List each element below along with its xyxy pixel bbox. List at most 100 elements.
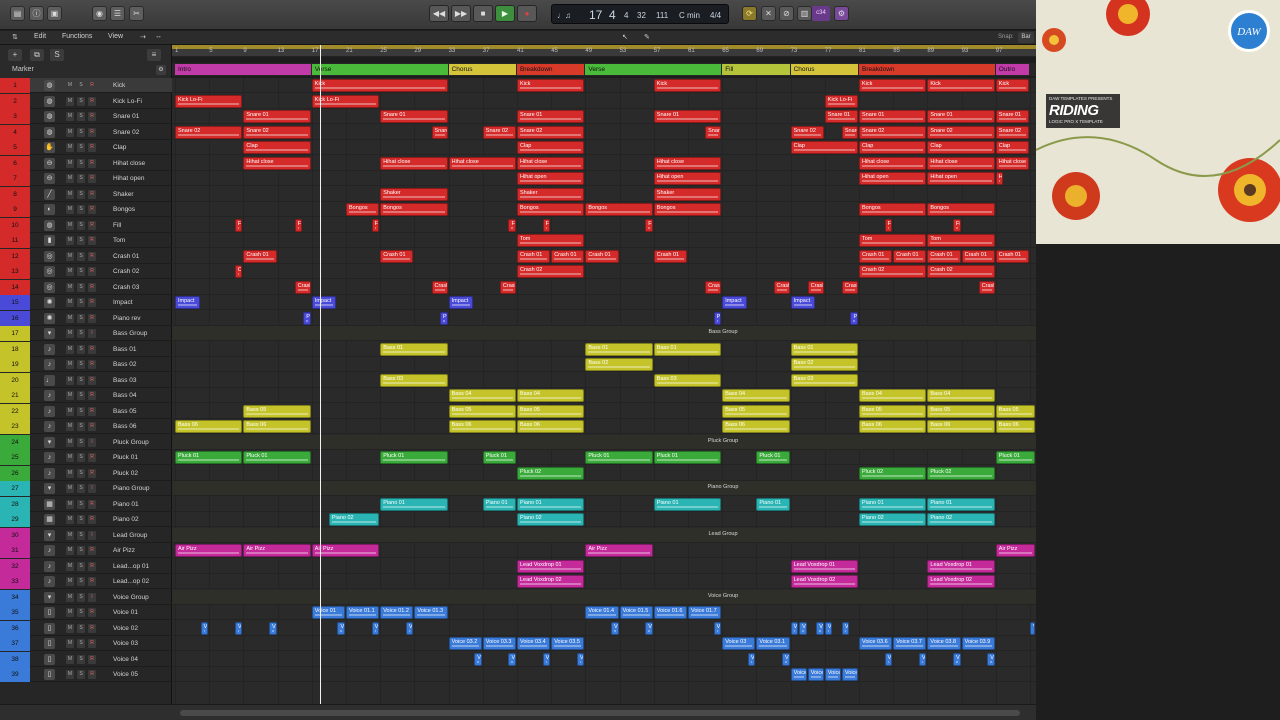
region[interactable]: Crash 01 xyxy=(859,249,893,263)
clap-icon[interactable]: ✋ xyxy=(44,142,55,153)
region[interactable]: Kick xyxy=(517,79,585,92)
track-header-16[interactable]: 16 ✺ M S R Piano rev xyxy=(0,310,172,326)
region[interactable]: Bass 01 xyxy=(790,342,858,356)
region[interactable]: Voice 03.7 xyxy=(893,637,927,650)
region[interactable]: Voice xyxy=(824,668,841,681)
track-name[interactable]: Voice 02 xyxy=(113,621,165,636)
track-lane-8[interactable] xyxy=(172,187,1036,202)
solo-button[interactable]: S xyxy=(77,96,85,106)
track-name[interactable]: Piano 02 xyxy=(113,512,165,527)
region[interactable]: Crash 01 xyxy=(517,249,551,263)
mute-button[interactable]: M xyxy=(66,654,74,664)
region[interactable]: Clap xyxy=(995,141,1029,154)
smart-controls-icon[interactable]: ◉ xyxy=(92,6,107,21)
region[interactable]: Kick Lo-Fi xyxy=(824,94,858,108)
guitar-icon[interactable]: ♩ xyxy=(44,374,55,386)
metronome-icon[interactable]: ▥ xyxy=(797,6,812,21)
region[interactable]: V xyxy=(747,652,756,666)
mute-button[interactable]: M xyxy=(66,484,74,493)
region[interactable]: Crash 01 xyxy=(585,249,619,263)
drum-icon[interactable]: ◍ xyxy=(44,95,55,107)
region[interactable]: Voice 03.4 xyxy=(517,637,551,650)
functions-menu[interactable]: Functions xyxy=(62,33,92,40)
region[interactable]: V xyxy=(713,621,722,635)
play-button[interactable]: ▶ xyxy=(495,5,515,22)
region[interactable]: Kick xyxy=(927,79,995,92)
mute-button[interactable]: M xyxy=(66,375,74,385)
track-header-25[interactable]: 25 ♪ M S R Pluck 01 xyxy=(0,450,172,465)
region[interactable]: Bass 02 xyxy=(790,358,858,371)
track-lane-16[interactable] xyxy=(172,311,1036,326)
mic-icon[interactable]: ▯ xyxy=(44,622,55,634)
region[interactable]: Snare 01 xyxy=(243,110,311,123)
synth-icon[interactable]: ♪ xyxy=(44,343,55,355)
region[interactable]: Crash 01 xyxy=(551,249,585,263)
region[interactable]: Bongos xyxy=(859,203,927,216)
record-enable-button[interactable]: R xyxy=(88,251,96,261)
region[interactable]: Shaker xyxy=(517,187,585,201)
track-header-19[interactable]: 19 ♪ M S R Bass 02 xyxy=(0,357,172,372)
solo-button[interactable]: S xyxy=(77,515,85,524)
region[interactable]: V xyxy=(508,652,516,666)
marker-chorus[interactable]: Chorus xyxy=(448,64,516,75)
track-name[interactable]: Bass 04 xyxy=(113,388,165,403)
solo-button[interactable]: S xyxy=(77,189,85,199)
region[interactable]: Voice 01.7 xyxy=(688,606,722,619)
solo-button[interactable]: S xyxy=(77,174,85,183)
region[interactable]: Hihat close xyxy=(448,156,516,170)
region[interactable]: Voice xyxy=(841,668,858,681)
record-enable-button[interactable]: R xyxy=(88,236,96,245)
mute-button[interactable]: M xyxy=(66,298,74,307)
shaker-icon[interactable]: ╱ xyxy=(44,188,55,200)
region[interactable]: Fi xyxy=(294,218,303,232)
region[interactable]: V xyxy=(611,621,619,635)
region[interactable]: V xyxy=(884,652,893,666)
region[interactable]: Bass 03 xyxy=(790,373,858,387)
region[interactable]: Pluck 01 xyxy=(585,451,653,464)
track-header-36[interactable]: 36 ▯ M S R Voice 02 xyxy=(0,620,172,636)
track-name[interactable]: Bass 05 xyxy=(113,404,165,419)
region[interactable]: Piano 01 xyxy=(756,497,790,511)
region[interactable]: Pluck 01 xyxy=(482,451,516,464)
region[interactable]: Piano 01 xyxy=(653,497,722,511)
track-header-23[interactable]: 23 ♪ M S R Bass 06 xyxy=(0,419,172,434)
record-enable-button[interactable]: R xyxy=(88,313,96,323)
region[interactable]: Bass 02 xyxy=(585,358,653,371)
region[interactable]: V xyxy=(337,621,345,635)
region[interactable]: Lead Voxdrop 01 xyxy=(927,559,995,573)
synth-icon[interactable]: ♪ xyxy=(44,467,55,479)
marker-intro[interactable]: Intro xyxy=(175,64,311,75)
track-name[interactable]: Voice 04 xyxy=(113,652,165,667)
track-name[interactable]: Voice 05 xyxy=(113,667,165,682)
mic-icon[interactable]: ▯ xyxy=(44,669,55,680)
region[interactable]: V xyxy=(953,652,961,666)
region[interactable]: Tom xyxy=(859,234,927,247)
region[interactable]: Fi xyxy=(884,218,893,232)
group-icon[interactable]: ▾ xyxy=(44,328,55,339)
solo-button[interactable]: S xyxy=(77,360,85,369)
solo-button[interactable]: S xyxy=(77,561,85,571)
rewind-button[interactable]: ◀◀ xyxy=(429,5,449,22)
region[interactable]: Crash 01 xyxy=(653,249,687,263)
region[interactable]: Piano 02 xyxy=(328,513,380,526)
tuner-icon[interactable]: ⚙ xyxy=(834,6,849,21)
region[interactable]: Bass 05 xyxy=(448,404,516,418)
track-header-5[interactable]: 5 ✋ M S R Clap xyxy=(0,140,172,155)
solo-button[interactable]: S xyxy=(77,499,85,509)
region[interactable]: Snare 02 xyxy=(243,125,311,139)
region[interactable]: V xyxy=(371,621,380,635)
region[interactable]: Crash 02 xyxy=(517,265,585,278)
region[interactable]: Crash 01 xyxy=(927,249,961,263)
input-monitor-button[interactable]: I xyxy=(88,437,96,447)
mute-button[interactable]: M xyxy=(66,639,74,648)
marker-chorus[interactable]: Chorus xyxy=(790,64,858,75)
region[interactable]: Pluck 01 xyxy=(756,451,790,464)
synth-icon[interactable]: ♪ xyxy=(44,421,55,432)
region[interactable]: Hihat close xyxy=(859,156,927,170)
record-enable-button[interactable]: R xyxy=(88,654,96,664)
region[interactable]: V xyxy=(1030,621,1035,635)
track-name[interactable]: Lead...op 01 xyxy=(113,559,165,574)
track-header-9[interactable]: 9 ◐ M S R Bongos xyxy=(0,202,172,217)
mute-button[interactable]: M xyxy=(66,530,74,540)
solo-button[interactable]: S xyxy=(77,81,85,90)
